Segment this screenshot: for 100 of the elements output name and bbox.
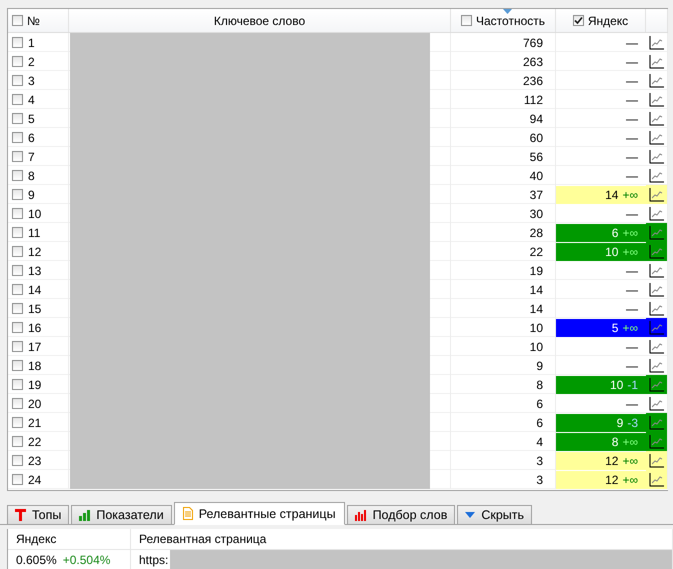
tab[interactable]: Скрыть	[457, 505, 532, 524]
checkbox[interactable]	[12, 94, 23, 105]
chart-icon[interactable]	[649, 396, 664, 410]
position-change: -3	[627, 416, 638, 430]
chart-icon[interactable]	[649, 112, 664, 126]
checkbox[interactable]	[12, 246, 23, 257]
checkbox[interactable]	[461, 15, 472, 26]
row-number: 11	[28, 226, 40, 240]
row-number: 1	[28, 36, 35, 50]
position-cell: 14 +∞	[556, 186, 646, 204]
row-number: 16	[28, 320, 42, 334]
frequency-cell: 22	[530, 244, 543, 258]
url-cell: https:	[139, 553, 168, 567]
column-header[interactable]: Яндекс	[8, 529, 131, 549]
position-change: +∞	[622, 434, 638, 448]
checkbox[interactable]	[12, 227, 23, 238]
chart-icon[interactable]	[649, 92, 664, 106]
checkbox[interactable]	[572, 15, 584, 26]
chart-icon[interactable]	[649, 244, 664, 258]
chart-icon[interactable]	[649, 130, 664, 144]
tab[interactable]: Релевантные страницы	[174, 502, 345, 525]
checkbox[interactable]	[12, 56, 23, 67]
letter-t-icon	[15, 509, 26, 521]
row-number: 12	[28, 244, 42, 258]
chart-icon[interactable]	[649, 74, 664, 88]
position-cell: —	[626, 130, 638, 144]
position-change: +∞	[622, 320, 638, 334]
checkbox[interactable]	[12, 398, 23, 409]
frequency-cell: 14	[530, 282, 543, 296]
row-number: 9	[28, 188, 35, 202]
checkbox[interactable]	[12, 265, 23, 276]
row-number: 19	[28, 378, 42, 392]
checkbox[interactable]	[12, 455, 23, 466]
position-cell: —	[626, 206, 638, 220]
checkbox[interactable]	[12, 322, 23, 333]
chart-icon[interactable]	[649, 150, 664, 164]
chart-icon[interactable]	[649, 340, 664, 354]
frequency-cell: 8	[536, 378, 543, 392]
position-change: +∞	[622, 244, 638, 258]
row-number: 24	[28, 472, 42, 486]
chart-icon[interactable]	[649, 302, 664, 316]
position-cell: —	[626, 36, 638, 50]
column-header[interactable]: Релевантная страница	[131, 529, 673, 549]
checkbox[interactable]	[12, 75, 23, 86]
checkbox[interactable]	[12, 151, 23, 162]
chart-icon[interactable]	[649, 282, 664, 296]
tab[interactable]: Топы	[7, 505, 70, 524]
chart-icon[interactable]	[649, 54, 664, 68]
caret-down-icon	[465, 512, 476, 518]
checkbox[interactable]	[12, 132, 23, 143]
checkbox[interactable]	[12, 360, 23, 371]
chart-icon[interactable]	[649, 416, 664, 430]
checkbox[interactable]	[12, 37, 23, 48]
position-change: +∞	[622, 454, 638, 468]
frequency-cell: 6	[536, 396, 543, 410]
chart-icon[interactable]	[649, 434, 664, 448]
position-cell: —	[626, 340, 638, 354]
chart-icon[interactable]	[649, 378, 664, 392]
frequency-cell: 28	[530, 226, 543, 240]
chart-icon[interactable]	[649, 188, 664, 202]
checkbox[interactable]	[12, 208, 23, 219]
chart-icon[interactable]	[649, 168, 664, 182]
column-header[interactable]: №	[27, 14, 40, 28]
chart-icon[interactable]	[649, 472, 664, 486]
chart-icon[interactable]	[649, 264, 664, 278]
position-change: +∞	[622, 226, 638, 240]
checkbox[interactable]	[12, 341, 23, 352]
frequency-cell: 4	[536, 434, 543, 448]
chart-icon[interactable]	[649, 454, 664, 468]
position-cell: —	[626, 150, 638, 164]
position-cell: —	[626, 92, 638, 106]
chart-icon[interactable]	[649, 358, 664, 372]
row-number: 10	[28, 206, 42, 220]
checkbox[interactable]	[12, 189, 23, 200]
frequency-cell: 769	[522, 36, 543, 50]
checkbox[interactable]	[12, 113, 23, 124]
column-header[interactable]: Ключевое слово	[214, 14, 306, 28]
checkbox[interactable]	[12, 379, 23, 390]
checkbox[interactable]	[12, 436, 23, 447]
chart-icon[interactable]	[649, 206, 664, 220]
checkbox[interactable]	[12, 417, 23, 428]
chart-icon[interactable]	[649, 320, 664, 334]
frequency-cell: 6	[536, 416, 543, 430]
frequency-cell: 3	[536, 454, 543, 468]
tab[interactable]: Подбор слов	[346, 505, 456, 524]
row-number: 14	[28, 282, 42, 296]
column-header[interactable]: Яндекс	[588, 14, 628, 28]
checkbox[interactable]	[12, 284, 23, 295]
position-cell: 12 +∞	[556, 452, 646, 470]
row-number: 17	[28, 340, 42, 354]
checkbox[interactable]	[12, 474, 23, 485]
position-change: +∞	[622, 188, 638, 202]
chart-icon[interactable]	[649, 226, 664, 240]
chart-icon[interactable]	[649, 36, 664, 50]
checkbox[interactable]	[12, 15, 23, 26]
position-cell: —	[626, 396, 638, 410]
checkbox[interactable]	[12, 170, 23, 181]
tab[interactable]: Показатели	[71, 505, 172, 524]
checkbox[interactable]	[12, 303, 23, 314]
column-header[interactable]: Частотность	[476, 14, 545, 28]
